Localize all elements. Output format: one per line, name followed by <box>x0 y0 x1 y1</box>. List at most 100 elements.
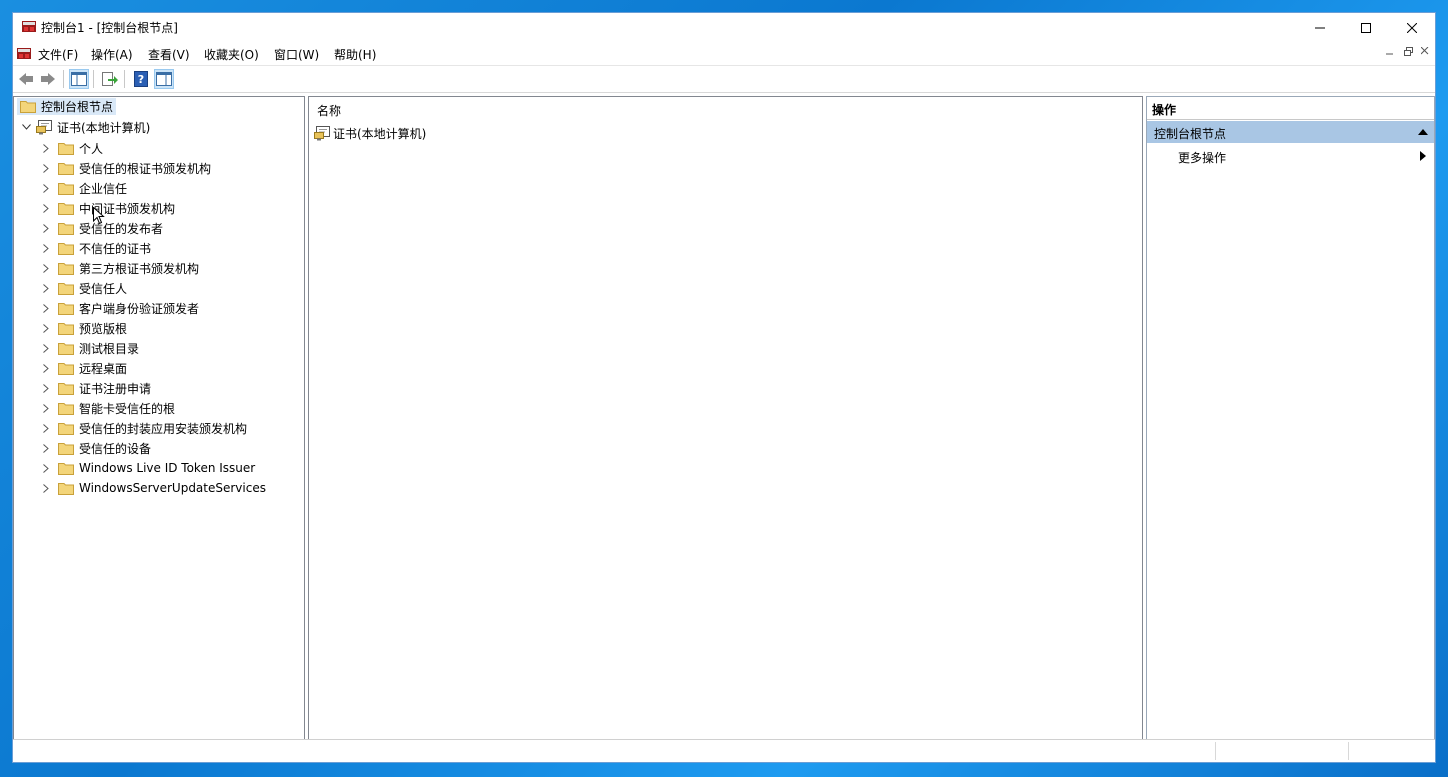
chevron-right-icon[interactable] <box>38 340 54 356</box>
menu-view[interactable]: 查看(V) <box>148 46 190 63</box>
document-system-menu-icon[interactable] <box>16 46 32 62</box>
help-button[interactable]: ? <box>131 69 151 89</box>
close-button[interactable] <box>1389 13 1435 42</box>
tree-node-label: 受信任的设备 <box>79 441 152 456</box>
tree-node-store[interactable]: Windows Live ID Token Issuer <box>38 459 255 477</box>
help-icon: ? <box>134 71 148 87</box>
tree-node-store[interactable]: 受信任的根证书颁发机构 <box>38 159 211 177</box>
tree-node-store[interactable]: 企业信任 <box>38 179 127 197</box>
menu-action[interactable]: 操作(A) <box>91 46 133 63</box>
chevron-right-icon[interactable] <box>38 200 54 216</box>
back-button[interactable] <box>16 69 36 89</box>
chevron-right-icon[interactable] <box>38 400 54 416</box>
maximize-button[interactable] <box>1343 13 1389 42</box>
menu-file[interactable]: 文件(F) <box>38 46 78 63</box>
folder-icon <box>58 222 74 235</box>
results-pane[interactable]: 名称 证书(本地计算机) <box>308 96 1143 741</box>
tree-node-store[interactable]: 智能卡受信任的根 <box>38 399 175 417</box>
chevron-right-icon[interactable] <box>38 180 54 196</box>
chevron-right-icon[interactable] <box>38 440 54 456</box>
submenu-arrow-icon <box>1420 151 1426 161</box>
tree-root-node[interactable]: 控制台根节点 <box>17 98 117 115</box>
tree-node-label: 受信任的发布者 <box>79 221 164 236</box>
mmc-app-icon <box>22 21 36 32</box>
tree-node-store[interactable]: 个人 <box>38 139 103 157</box>
tree-root-label: 控制台根节点 <box>41 100 114 114</box>
chevron-right-icon[interactable] <box>38 280 54 296</box>
chevron-right-icon[interactable] <box>38 460 54 476</box>
certificate-snapin-icon <box>314 125 330 140</box>
tree-node-label: 受信任的封装应用安装颁发机构 <box>79 421 248 436</box>
doc-restore-button[interactable] <box>1401 47 1415 61</box>
chevron-down-icon[interactable] <box>18 119 34 135</box>
folder-icon <box>58 262 74 275</box>
status-bar <box>13 739 1435 762</box>
mouse-cursor-icon <box>93 207 105 225</box>
tree-node-label: 受信任的根证书颁发机构 <box>79 161 212 176</box>
doc-minimize-button[interactable] <box>1383 47 1397 61</box>
actions-header: 操作 <box>1147 97 1434 120</box>
minimize-button[interactable] <box>1297 13 1343 42</box>
close-icon <box>1420 46 1429 55</box>
tree-node-store[interactable]: 受信任人 <box>38 279 127 297</box>
chevron-right-icon[interactable] <box>38 380 54 396</box>
chevron-right-icon[interactable] <box>38 480 54 496</box>
tree-node-label: 远程桌面 <box>79 361 128 376</box>
tree-node-store[interactable]: 中间证书颁发机构 <box>38 199 175 217</box>
tree-node-store[interactable]: 证书注册申请 <box>38 379 151 397</box>
folder-icon <box>58 482 74 495</box>
tree-node-label: 受信任人 <box>79 281 128 296</box>
toolbar: ? <box>13 66 1435 93</box>
chevron-right-icon[interactable] <box>38 240 54 256</box>
chevron-right-icon[interactable] <box>38 160 54 176</box>
tree-node-label: 证书(本地计算机) <box>57 120 151 135</box>
tree-node-store[interactable]: 受信任的设备 <box>38 439 151 457</box>
tree-node-store[interactable]: 测试根目录 <box>38 339 139 357</box>
folder-icon <box>58 362 74 375</box>
folder-icon <box>58 162 74 175</box>
title-bar[interactable]: 控制台1 - [控制台根节点] <box>13 13 1435 42</box>
tree-node-store[interactable]: 客户端身份验证颁发者 <box>38 299 199 317</box>
show-hide-tree-button[interactable] <box>69 69 89 89</box>
back-icon <box>19 73 33 85</box>
actions-section-header[interactable]: 控制台根节点 <box>1147 121 1434 143</box>
tree-node-store[interactable]: 第三方根证书颁发机构 <box>38 259 199 277</box>
export-list-button[interactable] <box>100 69 120 89</box>
menu-favorites[interactable]: 收藏夹(O) <box>204 46 259 63</box>
forward-button[interactable] <box>38 69 58 89</box>
chevron-right-icon[interactable] <box>38 320 54 336</box>
menu-help[interactable]: 帮助(H) <box>334 46 376 63</box>
folder-icon <box>58 462 74 475</box>
chevron-right-icon[interactable] <box>38 260 54 276</box>
column-header-name[interactable]: 名称 <box>317 102 341 119</box>
chevron-right-icon[interactable] <box>38 140 54 156</box>
doc-close-button[interactable] <box>1418 46 1432 61</box>
tree-node-store[interactable]: 远程桌面 <box>38 359 127 377</box>
chevron-right-icon[interactable] <box>38 300 54 316</box>
folder-icon <box>58 442 74 455</box>
chevron-right-icon[interactable] <box>38 220 54 236</box>
list-item-label: 证书(本地计算机) <box>333 126 427 141</box>
tree-node-store[interactable]: 不信任的证书 <box>38 239 151 257</box>
folder-icon <box>58 282 74 295</box>
tree-node-label: 证书注册申请 <box>79 381 152 396</box>
menu-window[interactable]: 窗口(W) <box>274 46 319 63</box>
folder-icon <box>58 142 74 155</box>
list-item[interactable]: 证书(本地计算机) <box>314 124 426 142</box>
chevron-right-icon[interactable] <box>38 420 54 436</box>
tree-node-store[interactable]: 受信任的封装应用安装颁发机构 <box>38 419 247 437</box>
tree-node-store[interactable]: WindowsServerUpdateServices <box>38 479 266 497</box>
tree-node-store[interactable]: 预览版根 <box>38 319 127 337</box>
more-actions-item[interactable]: 更多操作 <box>1147 145 1434 167</box>
show-hide-action-pane-button[interactable] <box>154 69 174 89</box>
folder-icon <box>58 422 74 435</box>
tree-node-label: WindowsServerUpdateServices <box>79 481 266 495</box>
toolbar-separator <box>63 70 64 88</box>
tree-node-label: 个人 <box>79 141 104 156</box>
tree-pane[interactable]: 控制台根节点 证书(本地计算机) 个人受信任的根证书颁发机构企业信任中间证书颁发… <box>13 96 305 741</box>
tree-node-label: 客户端身份验证颁发者 <box>79 301 200 316</box>
tree-node-certificates[interactable]: 证书(本地计算机) <box>18 118 150 136</box>
chevron-right-icon[interactable] <box>38 360 54 376</box>
folder-icon <box>58 382 74 395</box>
collapse-triangle-icon[interactable] <box>1418 129 1428 135</box>
